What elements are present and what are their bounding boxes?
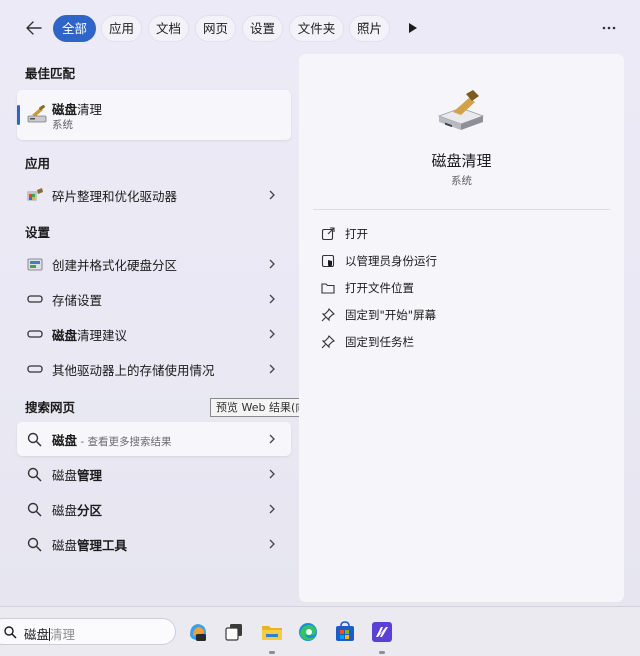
tab-documents[interactable]: 文档 [148, 15, 189, 42]
web-label: 磁盘分区 [52, 502, 103, 518]
search-panel: 全部 应用 文档 网页 设置 文件夹 照片 最佳匹配 磁盘清理 系统 应用 碎片… [0, 0, 640, 606]
play-icon [409, 23, 417, 33]
chevron-right-icon [269, 469, 275, 479]
disk-cleanup-icon [437, 90, 485, 130]
disk-management-icon [27, 258, 43, 271]
action-pin-to-taskbar[interactable]: 固定到任务栏 [321, 332, 414, 352]
search-icon [4, 626, 17, 639]
chevron-right-icon [269, 539, 275, 549]
settings-item-storage[interactable]: 存储设置 [17, 282, 291, 316]
settings-item-other-drives[interactable]: 其他驱动器上的存储使用情况 [17, 352, 291, 386]
action-open[interactable]: 打开 [321, 224, 368, 244]
section-settings: 设置 [25, 225, 51, 240]
more-tabs-button[interactable] [401, 16, 425, 40]
tab-photos[interactable]: 照片 [349, 15, 390, 42]
settings-item-partition[interactable]: 创建并格式化硬盘分区 [17, 247, 291, 281]
copilot-icon[interactable] [187, 621, 209, 643]
disk-cleanup-icon [27, 105, 47, 123]
action-open-file-location[interactable]: 打开文件位置 [321, 278, 414, 298]
app-label: 碎片整理和优化驱动器 [52, 188, 178, 204]
web-item-disk-management-tool[interactable]: 磁盘管理工具 [17, 527, 291, 561]
open-external-icon [321, 227, 335, 241]
action-label: 打开 [345, 227, 368, 241]
search-query: 磁盘清理 [24, 627, 76, 642]
detail-subtitle: 系统 [451, 175, 472, 187]
tab-web[interactable]: 网页 [195, 15, 236, 42]
settings-item-cleanup-recommendations[interactable]: 磁盘清理建议 [17, 317, 291, 351]
action-label: 打开文件位置 [345, 281, 414, 295]
section-web: 搜索网页 [25, 400, 76, 415]
defrag-icon [27, 188, 43, 201]
taskbar: 磁盘清理 [0, 606, 640, 656]
web-item-disk-management[interactable]: 磁盘管理 [17, 457, 291, 491]
best-match-title: 磁盘清理 [52, 102, 103, 117]
chevron-right-icon [269, 294, 275, 304]
selection-indicator [17, 105, 20, 125]
shield-admin-icon [321, 254, 335, 268]
edge-icon[interactable] [297, 621, 319, 643]
action-label: 以管理员身份运行 [345, 254, 437, 268]
file-explorer-icon[interactable] [261, 621, 283, 643]
action-run-as-admin[interactable]: 以管理员身份运行 [321, 251, 437, 271]
back-button[interactable] [20, 16, 48, 40]
back-arrow-icon [26, 21, 42, 35]
running-indicator [269, 651, 275, 654]
chevron-right-icon [269, 259, 275, 269]
settings-label: 创建并格式化硬盘分区 [52, 257, 178, 273]
search-icon [27, 467, 42, 482]
microsoft-store-icon[interactable] [334, 621, 356, 643]
chevron-right-icon [269, 190, 275, 200]
folder-icon [321, 283, 335, 294]
action-label: 固定到任务栏 [345, 335, 414, 349]
chevron-right-icon [269, 434, 275, 444]
tab-all[interactable]: 全部 [53, 15, 96, 42]
settings-label: 其他驱动器上的存储使用情况 [52, 362, 215, 378]
settings-label: 磁盘清理建议 [52, 327, 128, 343]
web-label: 磁盘 - 查看更多搜索结果 [52, 432, 172, 448]
web-item-more-results[interactable]: 磁盘 - 查看更多搜索结果 [17, 422, 291, 456]
best-match-item[interactable]: 磁盘清理 系统 [17, 90, 291, 140]
action-pin-to-start[interactable]: 固定到"开始"屏幕 [321, 305, 436, 325]
web-label: 磁盘管理工具 [52, 537, 128, 553]
storage-icon [27, 295, 43, 303]
filter-bar: 全部 应用 文档 网页 设置 文件夹 照片 [0, 0, 640, 56]
app-item-defrag[interactable]: 碎片整理和优化驱动器 [17, 178, 291, 212]
divider [313, 209, 610, 210]
chevron-right-icon [269, 329, 275, 339]
section-best-match: 最佳匹配 [25, 66, 76, 81]
more-options-button[interactable] [596, 16, 622, 40]
pin-icon [321, 335, 335, 349]
tab-folders[interactable]: 文件夹 [289, 15, 344, 42]
best-match-subtitle: 系统 [52, 119, 73, 131]
running-indicator [379, 651, 385, 654]
pin-icon [321, 308, 335, 322]
task-view-icon[interactable] [223, 621, 245, 643]
visual-studio-icon[interactable] [371, 621, 393, 643]
web-label: 磁盘管理 [52, 467, 103, 483]
settings-label: 存储设置 [52, 292, 103, 308]
action-label: 固定到"开始"屏幕 [345, 308, 437, 322]
search-icon [27, 432, 42, 447]
section-apps: 应用 [25, 156, 51, 171]
detail-pane: 磁盘清理 系统 打开 以管理员身份运行 打开文件位置 固定到"开始"屏幕 固定到… [299, 54, 624, 602]
detail-title: 磁盘清理 [431, 152, 492, 170]
storage-icon [27, 330, 43, 338]
search-icon [27, 502, 42, 517]
ellipsis-icon [602, 26, 616, 30]
web-item-disk-partition[interactable]: 磁盘分区 [17, 492, 291, 526]
search-icon [27, 537, 42, 552]
storage-icon [27, 365, 43, 373]
tab-apps[interactable]: 应用 [101, 15, 142, 42]
chevron-right-icon [269, 364, 275, 374]
tab-settings[interactable]: 设置 [242, 15, 283, 42]
taskbar-search-box[interactable]: 磁盘清理 [0, 618, 176, 645]
chevron-right-icon [269, 504, 275, 514]
